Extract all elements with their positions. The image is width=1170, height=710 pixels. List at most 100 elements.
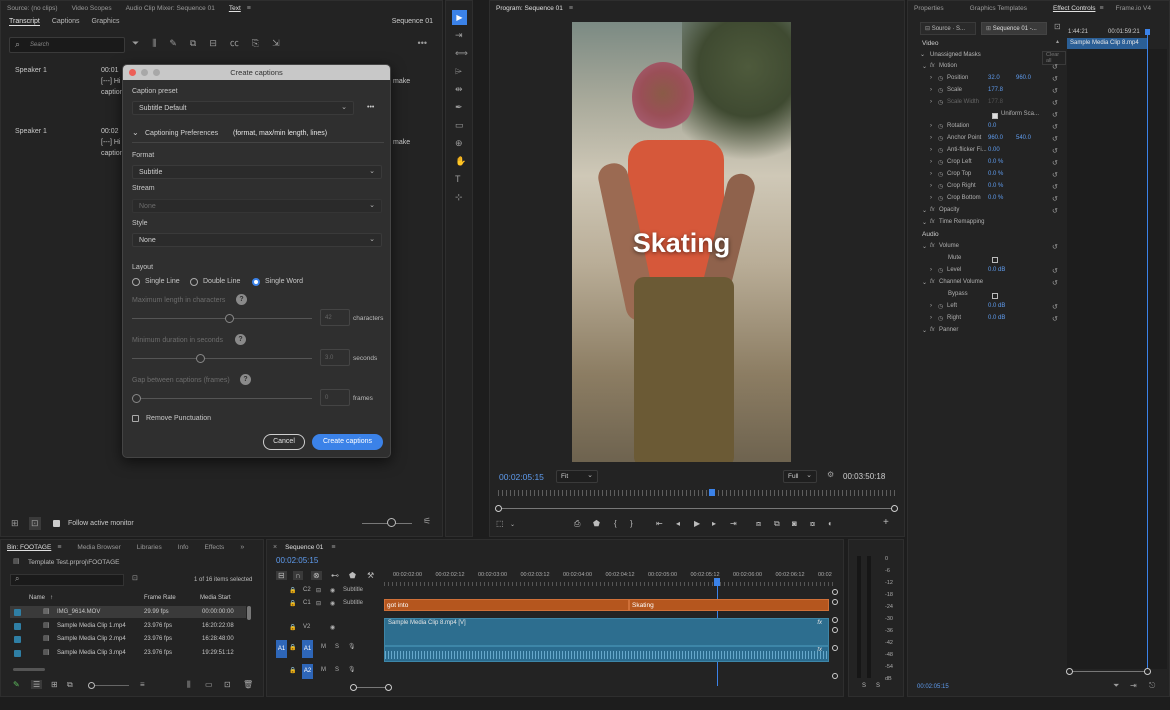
stopwatch-icon[interactable]: ◷ <box>938 303 943 310</box>
ec-scroll-handle[interactable] <box>1066 668 1073 675</box>
reset-icon[interactable]: ↺ <box>1052 147 1058 155</box>
nest-icon[interactable]: ⊟ <box>276 571 287 580</box>
tab-info[interactable]: Info <box>178 544 189 551</box>
export-icon[interactable]: ⎘ <box>252 39 259 48</box>
reset-icon[interactable]: ↺ <box>1052 159 1058 167</box>
chevron-right-icon[interactable]: › <box>930 135 932 141</box>
effect-property-row[interactable]: › ◷ Crop Right 0.0 % ↺ <box>916 183 1068 195</box>
track-end-handle[interactable] <box>832 599 838 605</box>
ec-clip-bar[interactable]: Sample Media Clip 8.mp4 <box>1067 38 1147 49</box>
property-value[interactable]: 0.0 % <box>988 171 1003 177</box>
zoom-slider-handle[interactable] <box>387 518 396 527</box>
bin-scrollbar[interactable] <box>247 606 251 620</box>
program-title[interactable]: Program: Sequence 01 <box>496 5 563 12</box>
wrench-icon[interactable]: ⚙ <box>827 471 834 479</box>
wrench-icon[interactable]: ⚒ <box>367 571 374 580</box>
effect-property-row[interactable]: Bypass <box>916 291 1068 303</box>
track-end-handle[interactable] <box>832 673 838 679</box>
track-select-icon[interactable]: ⇥ <box>455 31 463 40</box>
collapse-icon[interactable]: ▴ <box>1056 39 1059 45</box>
new-item-icon[interactable]: ⊡ <box>224 680 231 689</box>
effect-property-row[interactable]: ⌄ fx Volume ↺ <box>916 243 1068 255</box>
effect-property-row[interactable]: › ◷ Rotation 0.0 ↺ <box>916 123 1068 135</box>
property-value[interactable]: 0.0 dB <box>988 303 1005 309</box>
bin-item[interactable]: ▤ Sample Media Clip 2.mp4 23.976 fps 16:28:… <box>10 633 246 645</box>
bin-item[interactable]: ▤ Sample Media Clip 1.mp4 23.976 fps 16:20:… <box>10 620 246 632</box>
zoom-slider-handle[interactable] <box>88 682 95 689</box>
chevron-right-icon[interactable]: › <box>930 147 932 153</box>
reset-icon[interactable]: ↺ <box>1052 63 1058 71</box>
track-target-a1[interactable]: A1 <box>302 640 313 658</box>
filter-icon[interactable]: ⏷ <box>1113 682 1119 690</box>
mic-icon[interactable]: 🎙 <box>348 666 356 673</box>
go-to-in-icon[interactable]: ⇤ <box>656 519 663 528</box>
new-bin-icon[interactable]: ▭ <box>205 680 213 689</box>
label-color-swatch[interactable] <box>14 609 21 616</box>
hand-icon[interactable]: ✋ <box>455 157 466 166</box>
label-color-swatch[interactable] <box>14 622 21 630</box>
bin-item[interactable]: ▤ Sample Media Clip 3.mp4 23.976 fps 19:29:… <box>10 647 246 659</box>
effect-property-row[interactable]: › ◷ Anti-flicker Fi... 0.00 ↺ <box>916 147 1068 159</box>
chevron-right-icon[interactable]: › <box>930 315 932 321</box>
menu-icon[interactable]: ≡ <box>331 544 335 551</box>
track-end-handle[interactable] <box>832 627 838 633</box>
reset-icon[interactable]: ↺ <box>1052 315 1058 323</box>
help-icon[interactable]: ? <box>235 334 246 345</box>
tab-effects[interactable]: Effects <box>205 544 225 551</box>
mic-icon[interactable]: 🎙 <box>348 643 356 650</box>
tab-graphics-templates[interactable]: Graphics Templates <box>970 5 1027 12</box>
track-header-v1[interactable]: A1 🔒 A1 M S 🎙 <box>276 640 384 660</box>
scroll-handle-left[interactable] <box>350 684 357 691</box>
stopwatch-icon[interactable]: ◷ <box>938 195 943 202</box>
reset-icon[interactable]: ↺ <box>1052 171 1058 179</box>
reset-icon[interactable]: ↺ <box>1052 183 1058 191</box>
lock-icon[interactable]: 🔒 <box>289 624 296 631</box>
track-end-handle[interactable] <box>832 617 838 623</box>
more-icon[interactable]: ••• <box>367 104 374 111</box>
stopwatch-icon[interactable]: ◷ <box>938 123 943 130</box>
scroll-handle-right[interactable] <box>385 684 392 691</box>
checkbox[interactable] <box>992 293 998 299</box>
reset-icon[interactable]: ↺ <box>1052 267 1058 275</box>
style-dropdown[interactable]: None ⌄ <box>132 233 382 247</box>
audio-clip[interactable]: fx <box>384 646 829 662</box>
playhead-marker[interactable] <box>709 489 715 496</box>
source-patch-v1[interactable]: A1 <box>276 640 287 658</box>
track-end-handle[interactable] <box>832 589 838 595</box>
track-target-a2[interactable]: A2 <box>302 664 313 679</box>
pencil-icon[interactable]: ✎ <box>169 39 177 48</box>
effect-property-row[interactable]: › ◷ Scale 177.8 ↺ <box>916 87 1068 99</box>
rectangle-icon[interactable]: ▭ <box>455 121 464 130</box>
effect-property-row[interactable]: ⌄ fx Motion ↺ <box>916 63 1068 75</box>
tab-captions[interactable]: Captions <box>52 18 80 26</box>
stopwatch-icon[interactable]: ◷ <box>938 183 943 190</box>
video-frame[interactable]: Skating <box>572 22 791 462</box>
go-to-out-icon[interactable]: ⇥ <box>730 519 737 528</box>
solo-button[interactable]: S <box>876 683 880 689</box>
mark-in-icon[interactable]: { <box>614 519 617 528</box>
play-icon[interactable]: ▶ <box>694 519 700 528</box>
add-button-icon[interactable]: + <box>883 517 889 528</box>
effect-property-row[interactable]: ⌄ fx Time Remapping <box>916 219 1068 231</box>
property-value[interactable]: 0.0 % <box>988 159 1003 165</box>
sort-icons-icon[interactable]: ≡ <box>140 680 145 689</box>
tab-video-scopes[interactable]: Video Scopes <box>72 5 112 12</box>
sync-icon[interactable]: ⊟ <box>316 600 321 607</box>
ec-timecode[interactable]: 00:02:05:15 <box>917 684 949 690</box>
lift-icon[interactable]: ⎙ <box>574 519 580 529</box>
freeform-view-icon[interactable]: ⧉ <box>67 680 73 690</box>
tab-audio-clip-mixer[interactable]: Audio Clip Mixer: Sequence 01 <box>126 5 215 12</box>
step-forward-icon[interactable]: ▸ <box>712 519 716 528</box>
track-header-c1[interactable]: 🔒 C1 ⊟ ◉ Subtitle <box>289 600 384 612</box>
help-icon[interactable]: ? <box>236 294 247 305</box>
reset-icon[interactable]: ↺ <box>1052 99 1058 107</box>
property-value[interactable]: 0.0 <box>988 123 996 129</box>
reset-icon[interactable]: ↺ <box>1052 123 1058 131</box>
effect-property-row[interactable]: Uniform Sca... ↺ <box>916 111 1068 123</box>
sync-icon[interactable]: ⊟ <box>316 587 321 594</box>
reset-icon[interactable]: ↺ <box>1052 75 1058 83</box>
chevron-right-icon[interactable]: › <box>930 267 932 273</box>
tab-frameio[interactable]: Frame.io V4 <box>1116 5 1151 12</box>
bin-search[interactable]: ⌕ <box>10 574 124 586</box>
caption-tool-icon[interactable]: ⊹ <box>455 193 463 202</box>
